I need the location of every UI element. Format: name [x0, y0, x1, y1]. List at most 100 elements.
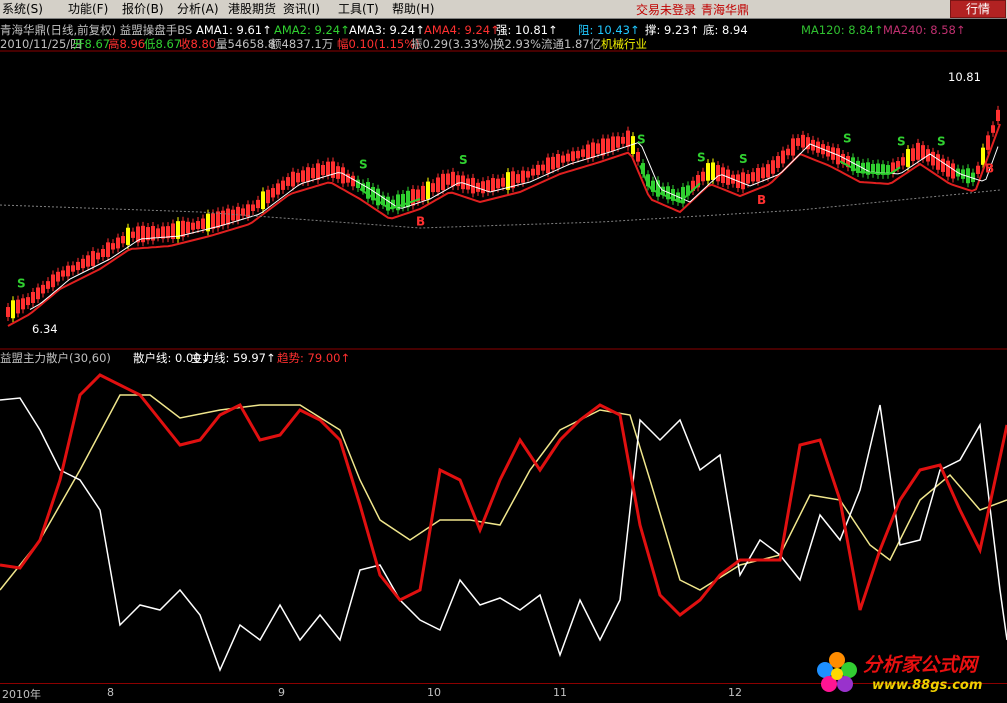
candle-body [786, 148, 790, 156]
candle-body [86, 255, 90, 267]
candle-body [741, 172, 745, 190]
candle-body [91, 251, 95, 266]
candle-body [31, 291, 35, 304]
sell-signal: S [937, 134, 946, 148]
candle-body [936, 154, 940, 170]
candle-body [51, 274, 55, 288]
candle-body [711, 162, 715, 180]
candle-body [766, 164, 770, 178]
candle-body [751, 172, 755, 182]
watermark-url: www.88gs.com [872, 678, 983, 693]
candle-body [946, 160, 950, 177]
candle-body [266, 189, 270, 204]
candle-body [46, 281, 50, 289]
candle-body [491, 178, 495, 192]
candle-body [26, 297, 30, 306]
candle-body [566, 153, 570, 162]
buy-signal: B [985, 162, 994, 176]
sell-signal: S [697, 150, 706, 164]
candle-body [761, 167, 765, 179]
candle-body [781, 150, 785, 164]
candle-body [71, 265, 75, 272]
candle-body [906, 149, 910, 167]
candle-body [501, 177, 505, 187]
sell-signal: S [843, 132, 852, 146]
candle-body [346, 173, 350, 183]
candle-body [801, 134, 805, 148]
candle-body [236, 206, 240, 221]
candle-body [41, 284, 45, 294]
candle-body [991, 125, 995, 133]
candle-body [421, 185, 425, 201]
candle-body [221, 210, 225, 226]
candle-body [621, 136, 625, 144]
low-price-marker: 6.34 [32, 322, 58, 336]
candle-body [291, 171, 295, 187]
candle-body [756, 168, 760, 182]
candle-body [916, 142, 920, 160]
candle-body [986, 135, 990, 150]
candle-body [276, 183, 280, 195]
candle-body [311, 167, 315, 179]
candle-body [121, 236, 125, 244]
candle-body [521, 170, 525, 183]
candle-body [426, 181, 430, 200]
axis-month-label: 10 [427, 686, 441, 699]
candle-body [451, 171, 455, 187]
candle-body [596, 143, 600, 154]
candle-body [281, 180, 285, 190]
candle-body [541, 164, 545, 171]
sell-signal: S [17, 276, 26, 290]
candle-body [611, 136, 615, 151]
candle-body [191, 222, 195, 230]
candle-body [251, 204, 255, 212]
candle-body [531, 168, 535, 176]
high-price-marker: 10.81 [948, 70, 981, 84]
axis-month-label: 12 [728, 686, 742, 699]
candle-body [286, 177, 290, 186]
candle-body [36, 287, 40, 300]
candle-body [576, 150, 580, 159]
candle-body [551, 156, 555, 170]
candle-body [66, 265, 70, 277]
candle-body [951, 163, 955, 179]
candle-body [231, 209, 235, 221]
candle-body [11, 300, 15, 319]
candle-body [556, 154, 560, 168]
candle-body [791, 138, 795, 156]
candle-body [591, 142, 595, 158]
candle-body [81, 258, 85, 269]
candle-body [606, 138, 610, 153]
candle-body [181, 220, 185, 237]
candle-body [581, 149, 585, 157]
candle-body [21, 298, 25, 310]
candle-body [351, 175, 355, 187]
candle-body [616, 136, 620, 148]
candle-body [656, 180, 660, 197]
candle-body [516, 174, 520, 183]
candle-body [16, 299, 20, 314]
candle-body [76, 261, 80, 271]
candle-body [316, 163, 320, 180]
watermark-title: 分析家公式网 [863, 654, 978, 676]
header-field: 趋势: 79.00↑ [277, 351, 351, 365]
candle-body [626, 130, 630, 147]
candle-body [61, 270, 65, 277]
candle-body [201, 218, 205, 229]
sell-signal: S [739, 152, 748, 166]
candle-body [706, 163, 710, 181]
candle-body [561, 155, 565, 163]
candle-body [431, 183, 435, 193]
retail-line [0, 397, 1007, 673]
candle-body [776, 156, 780, 168]
sell-signal: S [897, 134, 906, 148]
candle-body [481, 181, 485, 194]
candle-body [246, 204, 250, 217]
candle-body [126, 227, 130, 245]
main-force-line [0, 394, 1007, 591]
sell-signal: S [637, 133, 646, 147]
buy-signal: B [416, 214, 425, 228]
candle-body [996, 109, 1000, 122]
candle-body [771, 160, 775, 174]
candle-body [931, 151, 935, 166]
